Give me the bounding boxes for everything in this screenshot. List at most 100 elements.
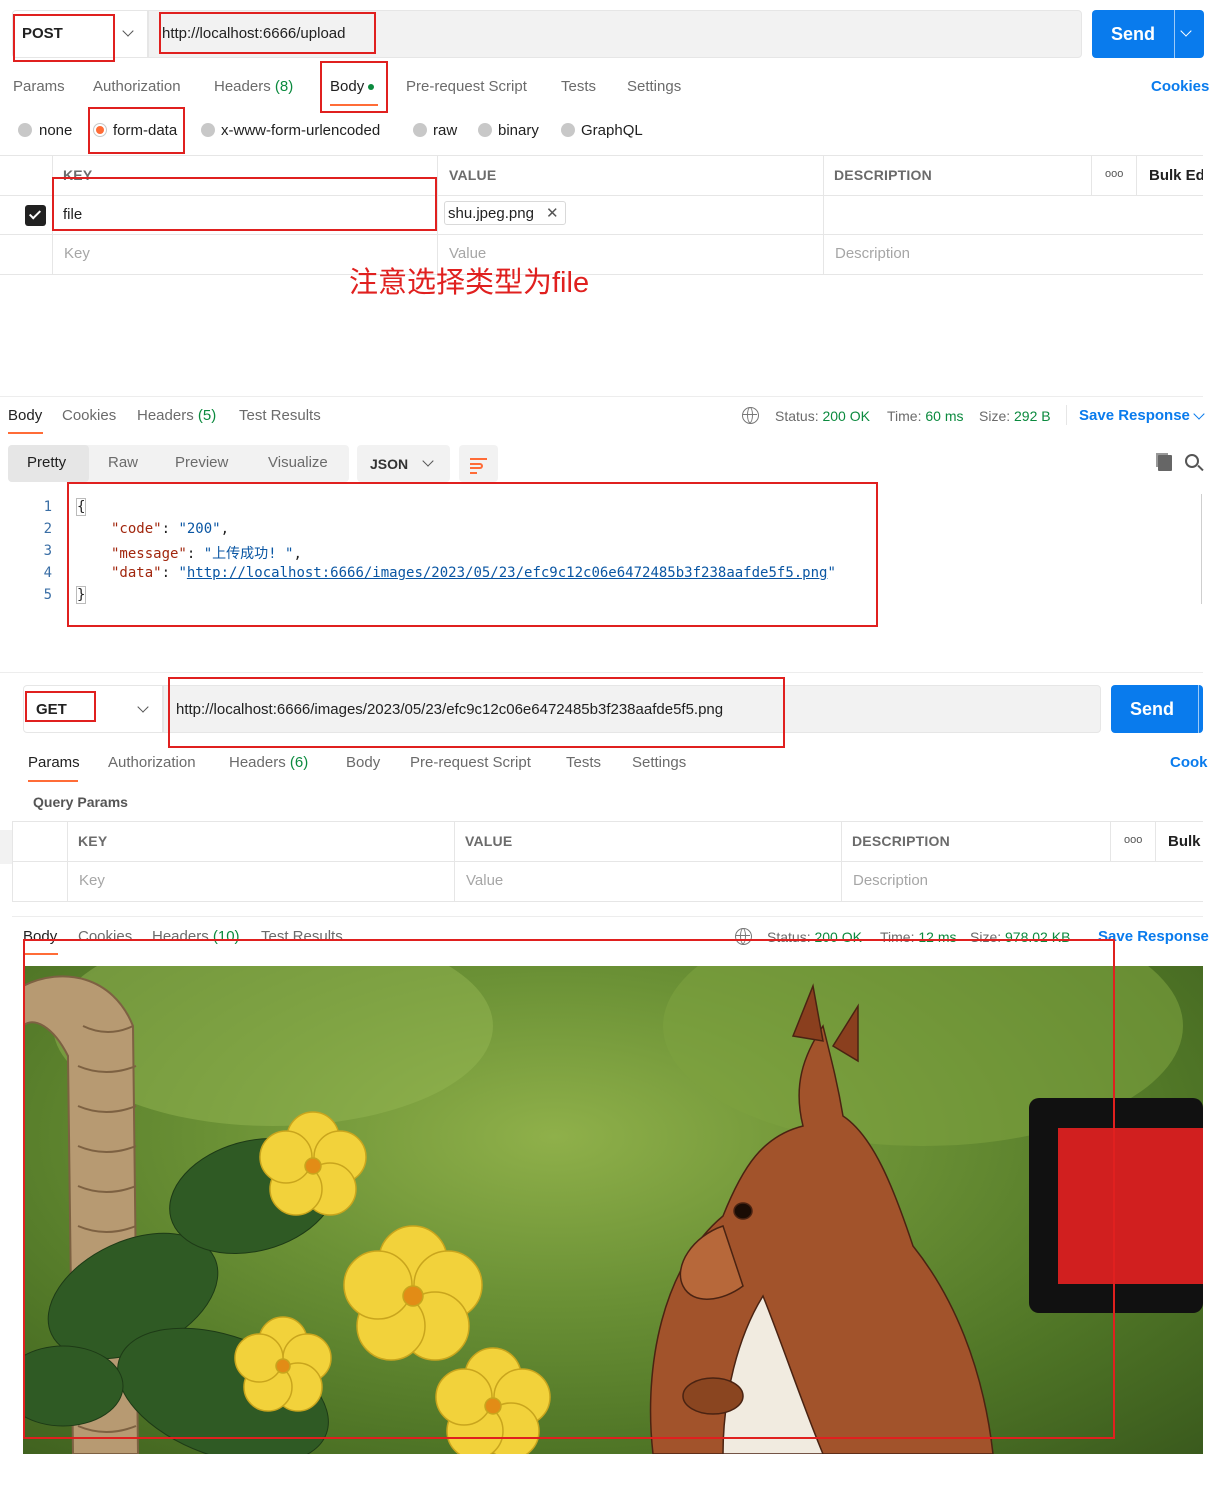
radio-urlencoded-label: x-www-form-urlencoded xyxy=(221,122,381,139)
cookies-link[interactable]: Cookies xyxy=(1151,78,1209,95)
scrollbar[interactable] xyxy=(1201,494,1202,604)
json-open-brace: { xyxy=(75,498,87,516)
view-mode-raw[interactable]: Raw xyxy=(108,454,138,471)
response-image xyxy=(23,966,1203,1454)
json-close-brace: } xyxy=(75,586,87,604)
tab-headers[interactable]: Headers (8) xyxy=(214,78,293,95)
column-header-key: KEY xyxy=(78,833,108,849)
copy-icon[interactable] xyxy=(1158,455,1172,471)
more-options-icon[interactable]: ooo xyxy=(1124,834,1142,846)
status-readout: Status: 200 OK xyxy=(775,408,870,424)
tab-underline-get xyxy=(28,780,78,782)
format-label: JSON xyxy=(370,456,409,472)
time-readout: Time: 12 ms xyxy=(880,929,957,945)
line-number: 4 xyxy=(43,565,52,581)
response2-tab-underline xyxy=(23,953,58,955)
response-tab-test-results[interactable]: Test Results xyxy=(239,407,321,424)
radio-graphql[interactable] xyxy=(561,123,575,137)
url-text-get: http://localhost:6666/images/2023/05/23/… xyxy=(176,701,724,718)
json-data-url-link[interactable]: http://localhost:6666/images/2023/05/23/… xyxy=(187,565,828,581)
size-readout: Size: 292 B xyxy=(979,408,1051,424)
column-header-description: DESCRIPTION xyxy=(852,833,950,849)
radio-form-data[interactable] xyxy=(93,123,107,137)
column-header-description: DESCRIPTION xyxy=(834,167,932,183)
overlay-red-block xyxy=(1058,1128,1203,1284)
key-placeholder[interactable]: Key xyxy=(64,245,90,262)
json-line-message: "message": "上传成功! ", xyxy=(111,546,302,562)
line-number: 3 xyxy=(43,543,52,559)
chevron-down-icon[interactable] xyxy=(1193,408,1205,420)
response2-tab-cookies[interactable]: Cookies xyxy=(78,928,132,945)
send-button-get[interactable]: Send xyxy=(1111,685,1203,733)
method-label-get: GET xyxy=(36,701,67,718)
tab-settings[interactable]: Settings xyxy=(627,78,681,95)
chevron-down-icon xyxy=(1180,25,1192,37)
tab-underline xyxy=(330,104,378,106)
response2-tab-body[interactable]: Body xyxy=(23,928,57,945)
search-icon[interactable] xyxy=(1185,454,1204,472)
tab-params-get[interactable]: Params xyxy=(28,754,80,771)
radio-graphql-label: GraphQL xyxy=(581,122,643,139)
method-label: POST xyxy=(22,25,63,42)
query-params-label: Query Params xyxy=(33,794,128,810)
tab-tests-get[interactable]: Tests xyxy=(566,754,601,771)
view-mode-pretty-label: Pretty xyxy=(27,454,67,471)
tab-body-get[interactable]: Body xyxy=(346,754,380,771)
save-response-button[interactable]: Save Response xyxy=(1079,407,1190,424)
radio-none-label: none xyxy=(39,122,73,139)
json-line-code: "code": "200", xyxy=(111,521,230,537)
annotation-text: 注意选择类型为file xyxy=(349,267,590,299)
radio-urlencoded[interactable] xyxy=(201,123,215,137)
wrap-lines-icon xyxy=(470,458,487,460)
globe-icon[interactable] xyxy=(735,928,752,945)
key-placeholder[interactable]: Key xyxy=(79,872,105,889)
response-tab-headers[interactable]: Headers (5) xyxy=(137,407,216,424)
yellow-flowers xyxy=(234,1111,551,1454)
description-placeholder[interactable]: Description xyxy=(853,872,928,889)
tab-authorization[interactable]: Authorization xyxy=(93,78,181,95)
send-button[interactable]: Send xyxy=(1092,10,1204,58)
key-row-highlight xyxy=(52,177,437,231)
wrap-lines-button[interactable] xyxy=(459,445,498,482)
url-text: http://localhost:6666/upload xyxy=(162,25,346,42)
view-mode-preview[interactable]: Preview xyxy=(175,454,228,471)
table-gutter xyxy=(0,830,12,864)
tab-settings-get[interactable]: Settings xyxy=(632,754,686,771)
more-options-icon[interactable]: ooo xyxy=(1105,168,1123,180)
column-header-value: VALUE xyxy=(465,833,513,849)
tab-pre-request-script-get[interactable]: Pre-request Script xyxy=(410,754,531,771)
tab-params[interactable]: Params xyxy=(13,78,65,95)
response2-tab-headers[interactable]: Headers (10) xyxy=(152,928,240,945)
description-placeholder[interactable]: Description xyxy=(835,245,910,262)
tab-headers-get[interactable]: Headers (6) xyxy=(229,754,308,771)
file-chip-label: shu.jpeg.png xyxy=(448,205,534,222)
value-placeholder[interactable]: Value xyxy=(466,872,503,889)
tab-body[interactable]: Body xyxy=(330,78,375,95)
line-number: 1 xyxy=(43,499,52,515)
response-tab-body[interactable]: Body xyxy=(8,407,42,424)
tab-authorization-get[interactable]: Authorization xyxy=(108,754,196,771)
file-chip[interactable]: shu.jpeg.png ✕ xyxy=(444,201,566,225)
radio-binary[interactable] xyxy=(478,123,492,137)
response-tab-cookies[interactable]: Cookies xyxy=(62,407,116,424)
radio-raw[interactable] xyxy=(413,123,427,137)
column-header-key: KEY xyxy=(63,167,93,183)
cookies-link-get[interactable]: Cook xyxy=(1170,754,1208,771)
close-icon[interactable]: ✕ xyxy=(546,204,559,222)
bulk-edit-link[interactable]: Bulk xyxy=(1168,833,1201,850)
globe-icon[interactable] xyxy=(742,407,759,424)
tab-tests[interactable]: Tests xyxy=(561,78,596,95)
radio-none[interactable] xyxy=(18,123,32,137)
form-key-file[interactable]: file xyxy=(63,206,82,223)
radio-raw-label: raw xyxy=(433,122,458,139)
line-number: 2 xyxy=(43,521,52,537)
json-line-data: "data": "http://localhost:6666/images/20… xyxy=(111,565,836,581)
response2-tab-test-results[interactable]: Test Results xyxy=(261,928,343,945)
response-tab-underline xyxy=(8,432,43,434)
save-response-button[interactable]: Save Response xyxy=(1098,928,1209,945)
bulk-edit-link[interactable]: Bulk Edit xyxy=(1149,167,1203,184)
check-icon xyxy=(28,207,42,220)
tab-pre-request-script[interactable]: Pre-request Script xyxy=(406,78,527,95)
view-mode-visualize[interactable]: Visualize xyxy=(268,454,328,471)
row-checkbox[interactable] xyxy=(25,205,46,226)
